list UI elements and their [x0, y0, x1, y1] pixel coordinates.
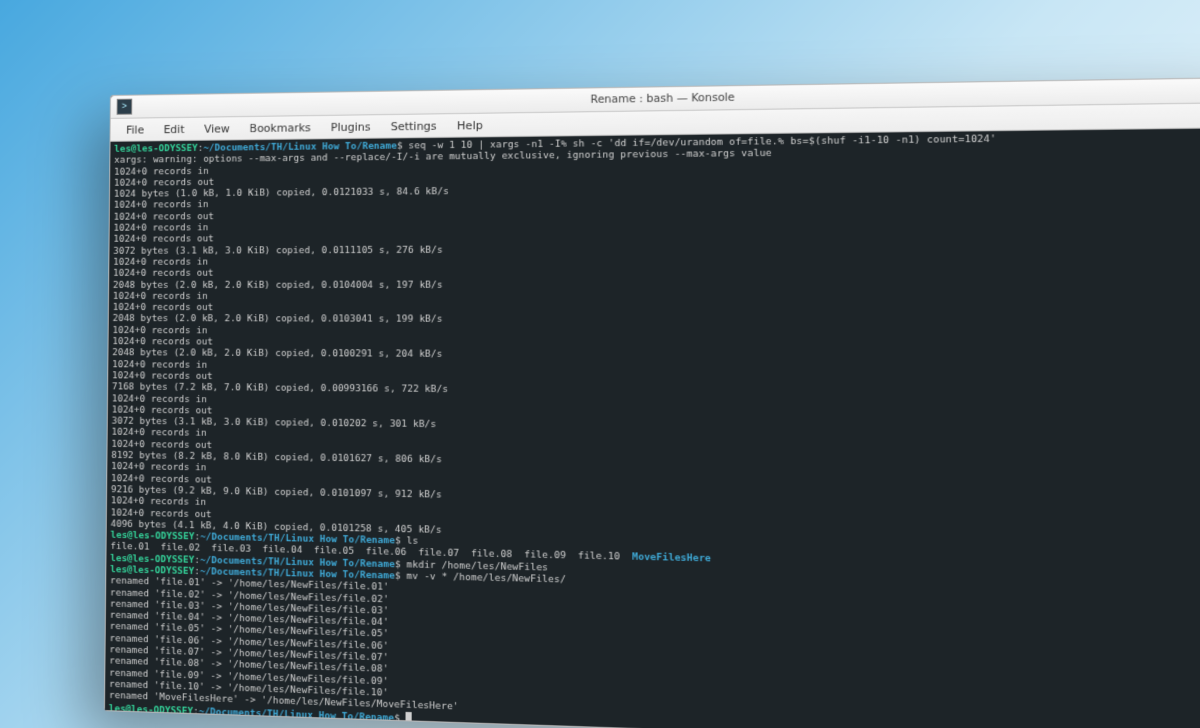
dd-line: 1024 bytes (1.0 kB, 1.0 KiB) copied, 0.0…: [114, 186, 449, 200]
menu-view[interactable]: View: [194, 119, 240, 139]
konsole-window: Rename : bash — Konsole File Edit View B…: [104, 77, 1200, 728]
app-icon: [117, 99, 133, 115]
menu-settings[interactable]: Settings: [381, 116, 447, 136]
menu-plugins[interactable]: Plugins: [321, 117, 381, 137]
menu-edit[interactable]: Edit: [154, 119, 195, 139]
terminal[interactable]: les@les-ODYSSEY:~/Documents/TH/Linux How…: [105, 128, 1200, 728]
prompt-user: les@les-ODYSSEY: [114, 143, 198, 155]
menu-help[interactable]: Help: [447, 115, 493, 135]
cmd-mv: mv -v * /home/les/NewFiles/: [401, 570, 566, 585]
dd-line: 2048 bytes (2.0 kB, 2.0 KiB) copied, 0.0…: [113, 279, 443, 290]
cmd-ls: ls: [401, 535, 419, 547]
window-title: Rename : bash — Konsole: [591, 91, 735, 106]
menu-file[interactable]: File: [116, 120, 154, 139]
dd-line: 3072 bytes (3.1 kB, 3.0 KiB) copied, 0.0…: [113, 244, 443, 256]
ls-dir: MoveFilesHere: [632, 552, 711, 565]
cursor-icon: [406, 711, 412, 722]
dd-line: 2048 bytes (2.0 kB, 2.0 KiB) copied, 0.0…: [113, 313, 443, 325]
menu-bookmarks[interactable]: Bookmarks: [240, 117, 321, 137]
